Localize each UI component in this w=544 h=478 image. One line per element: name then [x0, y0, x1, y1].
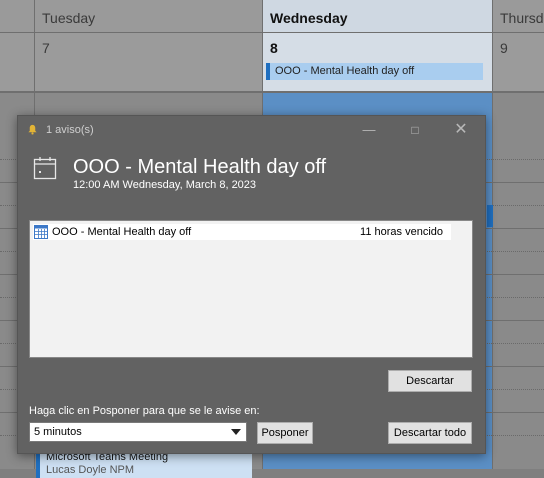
close-icon[interactable]: ✕: [446, 120, 476, 140]
day-name: Tuesday: [42, 10, 96, 26]
event-subtitle: Lucas Doyle NPM: [46, 464, 135, 476]
reminder-time: 12:00 AM Wednesday, March 8, 2023: [73, 179, 257, 191]
reminder-window: 1 aviso(s) — □ ✕ OOO - Mental Health day…: [17, 115, 486, 454]
dismiss-label: Descartar: [406, 375, 454, 387]
all-day-area[interactable]: 9: [493, 33, 544, 92]
day-name: Thursd: [500, 10, 544, 26]
day-header: Tuesday: [35, 0, 262, 33]
snooze-label: Posponer: [261, 427, 309, 439]
item-due: 11 horas vencido: [360, 226, 443, 238]
maximize-icon[interactable]: □: [400, 120, 430, 140]
day-number: 9: [500, 40, 508, 56]
snooze-value: 5 minutos: [34, 426, 82, 438]
day-number: 7: [42, 40, 50, 56]
dismiss-button[interactable]: Descartar: [388, 370, 472, 392]
day-header: Thursd: [493, 0, 544, 33]
current-time-band: [487, 205, 493, 227]
snooze-button[interactable]: Posponer: [257, 422, 313, 444]
bell-icon: [28, 124, 37, 135]
title-bar[interactable]: 1 aviso(s) — □ ✕: [18, 116, 485, 144]
list-item[interactable]: OOO - Mental Health day off 11 horas ven…: [33, 224, 451, 240]
item-subject: OOO - Mental Health day off: [52, 226, 192, 238]
all-day-area[interactable]: 7: [35, 33, 262, 92]
snooze-prompt: Haga clic en Posponer para que se le avi…: [29, 405, 260, 417]
dismiss-all-button[interactable]: Descartar todo: [388, 422, 472, 444]
minimize-icon[interactable]: —: [354, 120, 384, 140]
day-name: Wednesday: [270, 10, 348, 26]
time-grid-line: [0, 92, 544, 93]
calendar-icon: [33, 157, 57, 180]
day-number: 8: [270, 40, 278, 56]
calendar-event[interactable]: OOO - Mental Health day off: [266, 63, 483, 80]
day-header: Wednesday: [263, 0, 492, 33]
reminder-subject: OOO - Mental Health day off: [73, 156, 327, 178]
all-day-area[interactable]: 8 OOO - Mental Health day off: [263, 33, 492, 92]
snooze-select[interactable]: 5 minutos: [29, 422, 247, 442]
calendar-column-thursday[interactable]: Thursd 9: [493, 0, 544, 469]
window-title: 1 aviso(s): [46, 124, 94, 136]
chevron-down-icon[interactable]: [231, 429, 241, 435]
calendar-icon: [34, 225, 48, 239]
dismiss-all-label: Descartar todo: [393, 427, 467, 439]
reminder-list[interactable]: OOO - Mental Health day off 11 horas ven…: [29, 220, 473, 358]
